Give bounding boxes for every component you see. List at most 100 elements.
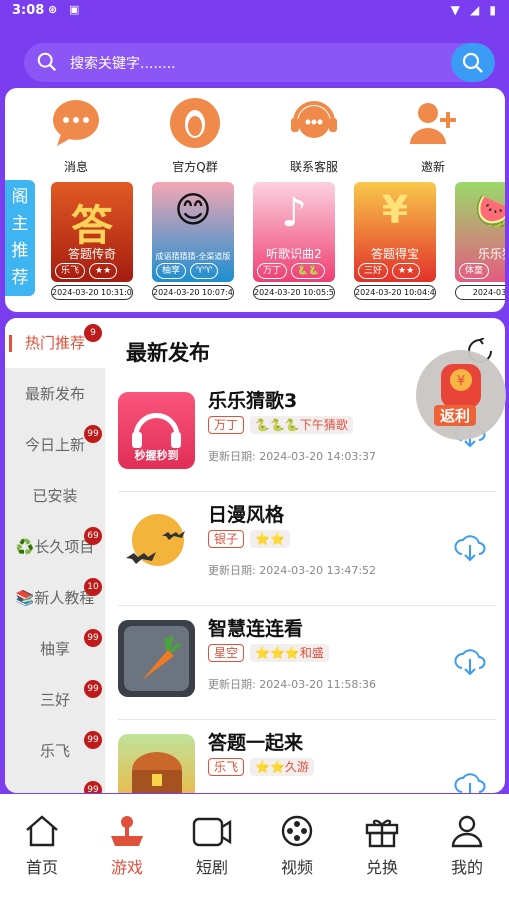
game-tag: 三好 xyxy=(358,263,389,279)
app-publisher-tag: 万丁 xyxy=(208,416,245,434)
game-thumbnail: 😊 成语猜猜猜-全渠道版 柚享 ♈♈ xyxy=(152,182,234,282)
sidebar-item-label: 已安装 xyxy=(32,487,78,505)
game-tag: 体童 xyxy=(459,263,490,279)
app-icon-caption: 秒握秒到 xyxy=(134,449,179,462)
recommended-game-card[interactable]: 🍉 乐乐猜 体童 2024-03-20 xyxy=(455,182,505,300)
sidebar-item-label: 最新发布 xyxy=(24,385,85,403)
sidebar-item-label: 三好 xyxy=(39,691,70,709)
app-list-item[interactable]: 答题一起来 乐飞 ⭐⭐久游 xyxy=(118,720,496,793)
app-list-item[interactable]: 日漫风格 银子 ⭐⭐ 更新日期: 2024-03-20 13:47:52 xyxy=(118,492,496,606)
section-title: 最新发布 xyxy=(126,341,210,365)
tab-games[interactable]: 游戏 xyxy=(85,814,169,878)
recommend-tab[interactable]: 阁主推荐 xyxy=(5,180,35,296)
cloud-download-icon[interactable] xyxy=(453,532,487,562)
gift-icon xyxy=(365,819,399,848)
game-date: 2024-03-20 10:07:46 xyxy=(152,285,234,300)
quick-link-customer-service[interactable]: 联系客服 xyxy=(264,96,364,175)
home-icon xyxy=(26,815,58,847)
app-icon xyxy=(118,620,195,697)
game-tag: 万丁 xyxy=(257,263,288,279)
quick-link-label: 官方Q群 xyxy=(172,160,218,174)
game-date: 2024-03-20 10:04:49 xyxy=(354,285,436,300)
app-info-tag: ⭐⭐久游 xyxy=(250,758,314,776)
add-user-icon xyxy=(410,103,456,144)
game-thumb-art: 🍉 xyxy=(474,192,505,232)
game-thumbnail: ♪ 听歌识曲2 万丁 🐍🐍 xyxy=(253,182,335,282)
cloud-download-icon[interactable] xyxy=(453,646,487,676)
search-button[interactable] xyxy=(451,43,495,82)
app-icon xyxy=(118,506,195,583)
count-badge: 99 xyxy=(84,731,102,749)
tab-label: 首页 xyxy=(25,858,58,877)
tab-short-drama[interactable]: 短剧 xyxy=(170,814,254,878)
category-sidebar: 热门推荐 最新发布 今日上新 已安装 ♻️长久项目 📚新人教程 柚享 三好 乐飞… xyxy=(5,318,105,793)
sidebar-item-label: 柚享 xyxy=(39,640,70,658)
app-name: 乐乐猜歌3 xyxy=(208,390,298,412)
game-thumb-art: 答 xyxy=(70,201,113,250)
game-name: 乐乐猜 xyxy=(477,247,505,261)
game-name: 答题得宝 xyxy=(370,247,419,261)
app-publisher-tag: 星空 xyxy=(208,644,245,662)
status-time: 3:08 xyxy=(12,3,45,18)
sidebar-item-latest[interactable]: 最新发布 xyxy=(5,369,105,419)
qq-penguin-icon xyxy=(170,98,220,148)
recommended-game-card[interactable]: 答 答题传奇 乐飞 ★★ 2024-03-20 10:31:08 xyxy=(51,182,135,300)
sidebar-item-installed[interactable]: 已安装 xyxy=(5,471,105,521)
game-tag: 乐飞 xyxy=(55,263,86,279)
game-date: 2024-03-20 10:31:08 xyxy=(51,285,133,300)
quick-link-invite[interactable]: 邀新 xyxy=(383,96,483,175)
app-info-tag: 🐍🐍🐍下午猜歌 xyxy=(250,416,353,434)
count-badge: 99 xyxy=(84,781,102,793)
cloud-download-icon[interactable] xyxy=(453,770,487,793)
moon-bats-icon xyxy=(126,514,185,566)
count-badge: 99 xyxy=(84,629,102,647)
sidebar-item-label: 乐飞 xyxy=(39,742,70,760)
count-badge: 69 xyxy=(84,527,102,545)
tab-redeem[interactable]: 兑换 xyxy=(340,814,424,878)
carrot-icon xyxy=(124,626,189,691)
treasure-chest-icon xyxy=(132,752,182,793)
count-badge: 9 xyxy=(84,324,102,342)
game-tag: ♈♈ xyxy=(190,263,219,279)
status-system-icons: ▼ ◢ ▮ xyxy=(450,3,499,17)
tab-profile[interactable]: 我的 xyxy=(425,814,509,878)
app-publisher-tag: 乐飞 xyxy=(208,758,245,776)
quick-link-label: 消息 xyxy=(63,160,88,174)
tab-video[interactable]: 视频 xyxy=(255,814,339,878)
game-thumbnail: 🍉 乐乐猜 体童 xyxy=(455,182,505,282)
sidebar-item-label: 📚新人教程 xyxy=(15,589,95,607)
svg-text:¥: ¥ xyxy=(457,374,465,389)
search-input[interactable]: 搜索关键字........ xyxy=(70,53,176,73)
quick-link-messages[interactable]: 消息 xyxy=(26,96,126,175)
app-info-tag: ⭐⭐⭐和盛 xyxy=(250,644,329,662)
video-camera-icon xyxy=(192,817,232,847)
count-badge: 99 xyxy=(84,680,102,698)
search-bar[interactable]: 搜索关键字........ xyxy=(24,43,495,82)
game-thumb-art: 😊 xyxy=(174,190,212,231)
app-list-item[interactable]: 智慧连连看 星空 ⭐⭐⭐和盛 更新日期: 2024-03-20 11:58:36 xyxy=(118,606,496,720)
tab-label: 兑换 xyxy=(365,858,398,877)
quick-link-label: 联系客服 xyxy=(289,160,338,174)
chat-bubble-icon xyxy=(53,100,99,146)
bottom-tab-bar: 首页 游戏 短剧 视频 兑换 我的 xyxy=(0,794,509,906)
tab-label: 游戏 xyxy=(110,858,143,877)
recommended-game-card[interactable]: ♪ 听歌识曲2 万丁 🐍🐍 2024-03-20 10:05:52 xyxy=(253,182,337,300)
app-name: 智慧连连看 xyxy=(208,618,304,640)
status-notification-icons: ⊛ ▣ xyxy=(48,3,84,16)
game-name: 听歌识曲2 xyxy=(266,247,322,261)
rebate-float-button[interactable]: ¥ 返利 xyxy=(416,350,506,440)
game-tag: 柚享 xyxy=(156,263,187,279)
tab-label: 短剧 xyxy=(195,858,228,877)
game-thumbnail: 答 答题传奇 乐飞 ★★ xyxy=(51,182,133,282)
recommended-game-card[interactable]: ¥ 答题得宝 三好 ★★ 2024-03-20 10:04:49 xyxy=(354,182,438,300)
recommended-game-card[interactable]: 😊 成语猜猜猜-全渠道版 柚享 ♈♈ 2024-03-20 10:07:46 xyxy=(152,182,236,300)
game-thumb-art: ¥ xyxy=(381,188,409,232)
app-name: 日漫风格 xyxy=(208,504,285,526)
quick-link-qq-group[interactable]: 官方Q群 xyxy=(145,96,245,175)
status-bar: 3:08 ⊛ ▣ ▼ ◢ ▮ xyxy=(0,0,509,22)
tab-home[interactable]: 首页 xyxy=(0,814,84,878)
sidebar-item-label: ♻️长久项目 xyxy=(15,538,95,556)
search-icon xyxy=(37,52,57,72)
app-icon xyxy=(118,734,195,793)
search-button-icon xyxy=(462,52,483,73)
